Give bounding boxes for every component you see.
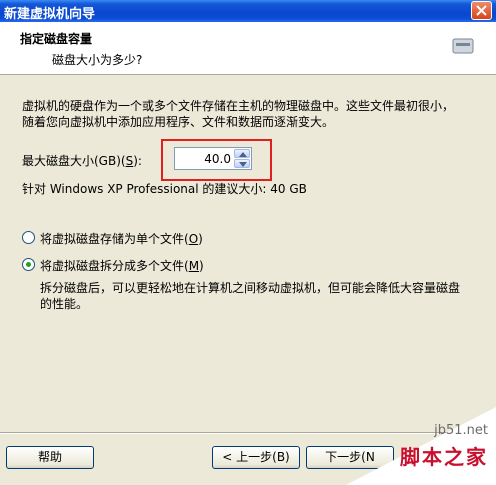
arrow-up-icon (239, 152, 247, 157)
wizard-header: 指定磁盘容量 磁盘大小为多少? (0, 22, 496, 75)
radio-single-file[interactable] (22, 231, 35, 244)
radio-single-label[interactable]: 将虚拟磁盘存储为单个文件(O) (40, 230, 203, 247)
page-subtitle: 磁盘大小为多少? (52, 53, 143, 67)
disk-size-label: 最大磁盘大小(GB)(S): (22, 154, 142, 168)
spinner-down-button[interactable] (234, 159, 250, 168)
window-title: 新建虚拟机向导 (4, 7, 96, 22)
close-button[interactable] (471, 1, 492, 20)
title-bar: 新建虚拟机向导 (0, 0, 496, 22)
radio-split-label[interactable]: 将虚拟磁盘拆分成多个文件(M) (40, 257, 204, 274)
split-note: 拆分磁盘后，可以更轻松地在计算机之间移动虚拟机，但可能会降低大容量磁盘的性能。 (40, 281, 461, 311)
watermark: jb51.net 脚本之家 (346, 407, 496, 485)
back-button[interactable]: < 上一步(B) (212, 446, 300, 469)
arrow-down-icon (239, 162, 247, 167)
wizard-content: 虚拟机的硬盘作为一个或多个文件存储在主机的物理磁盘中。这些文件最初很小，随着您向… (0, 75, 496, 430)
description-text: 虚拟机的硬盘作为一个或多个文件存储在主机的物理磁盘中。这些文件最初很小，随着您向… (22, 99, 455, 129)
spinner-arrows (234, 149, 250, 168)
disk-icon (452, 38, 474, 54)
recommend-text: 针对 Windows XP Professional 的建议大小: 40 GB (22, 182, 307, 196)
watermark-url: jb51.net (434, 423, 488, 438)
help-button[interactable]: 帮助 (6, 446, 94, 469)
disk-size-spinner[interactable]: 40.0 (174, 147, 252, 170)
watermark-logo: 脚本之家 (400, 445, 488, 469)
page-title: 指定磁盘容量 (20, 32, 93, 46)
spinner-up-button[interactable] (234, 149, 250, 158)
disk-size-input[interactable]: 40.0 (204, 152, 231, 166)
radio-split-files[interactable] (22, 258, 35, 271)
close-icon (476, 5, 487, 16)
